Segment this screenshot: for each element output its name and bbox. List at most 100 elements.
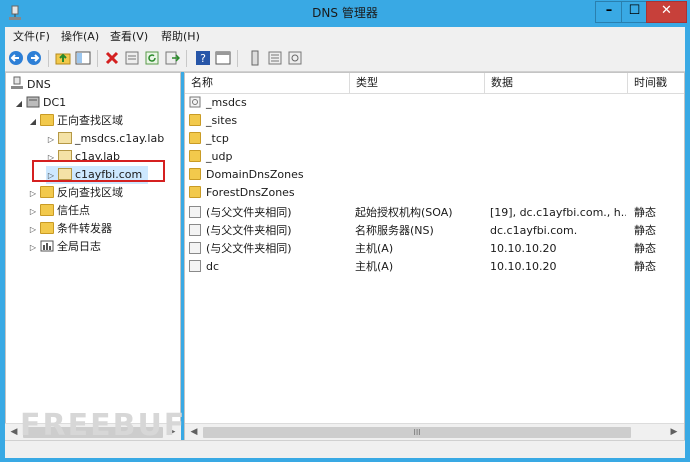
tree-item-dns[interactable]: DNS [8,76,51,94]
list-item[interactable]: _msdcs [185,94,684,112]
record-type: 主机(A) [355,242,394,255]
table-row[interactable]: (与父文件夹相同) 名称服务器(NS) dc.c1ayfbi.com. 静态 [185,222,684,240]
records-list-pane[interactable]: 名称 类型 数据 时间戳 _msdcs _sites _tcp _udp Dom… [184,72,685,457]
selection-highlight-box [32,160,165,182]
table-row[interactable]: (与父文件夹相同) 起始授权机构(SOA) [19], dc.c1ayfbi.c… [185,204,684,222]
scroll-left-arrow-icon[interactable]: ◀ [187,426,201,439]
refresh-icon[interactable] [144,50,160,66]
menu-view[interactable]: 查看(V) [106,27,152,46]
item-name: DomainDnsZones [206,168,304,181]
list-item[interactable]: _udp [185,148,684,166]
toolbar-separator [48,50,49,67]
tree-item-reverse-zones[interactable]: ▷ 反向查找区域 [28,184,123,202]
item-name: _udp [206,150,233,163]
tree-label: 信任点 [57,204,90,217]
record-data: 10.10.10.20 [490,242,557,255]
record-icon [189,224,201,236]
column-header-name[interactable]: 名称 [185,73,350,93]
menu-file[interactable]: 文件(F) [9,27,54,46]
list-icon[interactable] [267,50,283,66]
column-header-type[interactable]: 类型 [350,73,485,93]
record-name: dc [206,260,220,273]
help-icon[interactable]: ? [195,50,211,66]
record-data: [19], dc.c1ayfbi.com., h... [490,206,626,219]
svg-text:?: ? [200,52,206,65]
folder-icon [40,204,54,216]
scroll-left-arrow-icon[interactable]: ◀ [7,426,21,439]
tree-label: DNS [27,78,51,91]
tree-item-forward-zones[interactable]: ◢ 正向查找区域 [28,112,123,130]
table-row[interactable]: (与父文件夹相同) 主机(A) 10.10.10.20 静态 [185,240,684,258]
up-folder-icon[interactable] [55,50,71,66]
record-name: (与父文件夹相同) [206,242,292,255]
column-header-data[interactable]: 数据 [485,73,628,93]
record-type: 名称服务器(NS) [355,224,434,237]
window-title: DNS 管理器 [312,6,378,20]
menu-help[interactable]: 帮助(H) [157,27,204,46]
show-tree-icon[interactable] [75,50,91,66]
record-data: 10.10.10.20 [490,260,557,273]
console-icon[interactable] [215,50,231,66]
list-item[interactable]: _tcp [185,130,684,148]
menu-action[interactable]: 操作(A) [57,27,103,46]
toolbar-separator [97,50,98,67]
list-item[interactable]: _sites [185,112,684,130]
properties-icon[interactable] [124,50,140,66]
collapsed-arrow-icon[interactable]: ▷ [28,185,38,203]
list-item[interactable]: ForestDnsZones [185,184,684,202]
folder-icon [40,186,54,198]
table-row[interactable]: dc 主机(A) 10.10.10.20 静态 [185,258,684,276]
tree-item-trust-points[interactable]: ▷ 信任点 [28,202,90,220]
export-icon[interactable] [164,50,180,66]
list-header: 名称 类型 数据 时间戳 [185,73,684,94]
scrollbar-thumb[interactable]: III [203,427,631,438]
delete-icon[interactable] [104,50,120,66]
close-button[interactable]: ✕ [646,1,687,23]
tree-item-global-logs[interactable]: ▷ 全局日志 [28,238,101,256]
record-name: (与父文件夹相同) [206,206,292,219]
scroll-right-arrow-icon[interactable]: ▶ [667,426,681,439]
expanded-arrow-icon[interactable]: ◢ [28,113,38,131]
folder-icon [189,132,201,144]
item-name: _msdcs [206,96,247,109]
record-type: 起始授权机构(SOA) [355,206,453,219]
collapsed-arrow-icon[interactable]: ▷ [28,221,38,239]
list-horizontal-scrollbar[interactable]: ◀ III ▶ [185,423,684,441]
tree-label: _msdcs.c1ay.lab [75,132,165,145]
collapsed-arrow-icon[interactable]: ▷ [28,203,38,221]
collapsed-arrow-icon[interactable]: ▷ [28,239,38,257]
watermark-text: FREEBUF [20,408,187,443]
zone-folder-icon [189,96,201,108]
toolbar-separator [237,50,238,67]
item-name: _sites [206,114,238,127]
back-icon[interactable] [8,50,24,66]
toolbar-separator [186,50,187,67]
toolbar: ? [5,46,685,72]
record-timestamp: 静态 [634,206,656,219]
column-header-timestamp[interactable]: 时间戳 [628,73,684,93]
dns-app-icon [9,5,21,20]
tree-item-zone[interactable]: ▷ _msdcs.c1ay.lab [46,130,164,148]
zone-icon [58,132,72,144]
collapsed-arrow-icon[interactable]: ▷ [46,131,56,149]
tree-item-conditional-forwarders[interactable]: ▷ 条件转发器 [28,220,112,238]
tree-pane[interactable]: DNS ◢ DC1 ◢ 正向查找区域 ▷ _msdcs.c1ay.lab ▷ c1ay.… [5,72,181,457]
folder-icon [189,114,201,126]
list-item[interactable]: DomainDnsZones [185,166,684,184]
record-icon [189,242,201,254]
tree-label: 正向查找区域 [57,114,123,127]
minimize-button[interactable]: – [595,1,623,23]
record-timestamp: 静态 [634,242,656,255]
update-icon[interactable] [287,50,303,66]
maximize-button[interactable]: ☐ [621,1,648,23]
record-timestamp: 静态 [634,260,656,273]
folder-icon [189,186,201,198]
folder-icon [40,222,54,234]
record-data: dc.c1ayfbi.com. [490,224,578,237]
forward-icon[interactable] [26,50,42,66]
tree-item-dc1[interactable]: ◢ DC1 [14,94,66,112]
menu-bar: 文件(F) 操作(A) 查看(V) 帮助(H) [5,27,685,46]
server-icon[interactable] [247,50,263,66]
expanded-arrow-icon[interactable]: ◢ [14,95,24,113]
dns-icon [11,76,23,89]
